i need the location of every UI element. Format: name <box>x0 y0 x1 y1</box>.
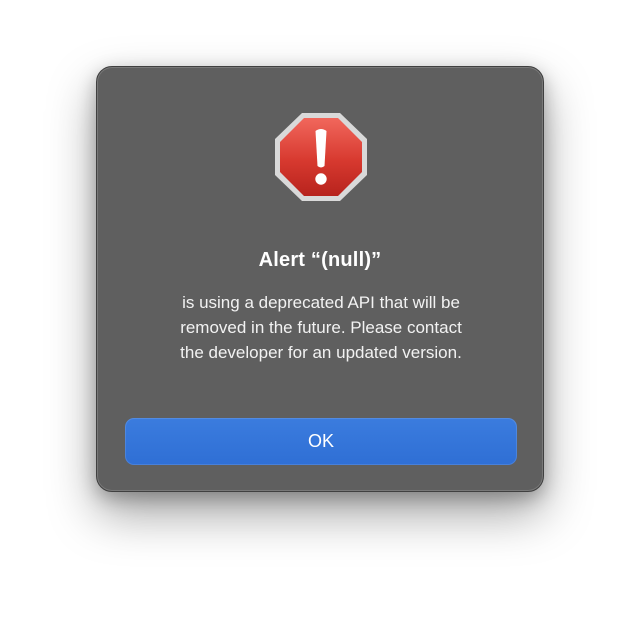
deprecated-api-alert-dialog: Alert “(null)” is using a deprecated API… <box>96 66 544 492</box>
message-line: removed in the future. Please contact <box>180 318 462 337</box>
alert-icon <box>271 108 371 204</box>
dialog-title: Alert “(null)” <box>258 249 382 271</box>
message-line: is using a deprecated API that will be <box>182 293 460 312</box>
dialog-message: is using a deprecated API that will be r… <box>119 290 523 365</box>
message-line: the developer for an updated version. <box>180 343 462 362</box>
ok-button[interactable]: OK <box>125 418 517 465</box>
